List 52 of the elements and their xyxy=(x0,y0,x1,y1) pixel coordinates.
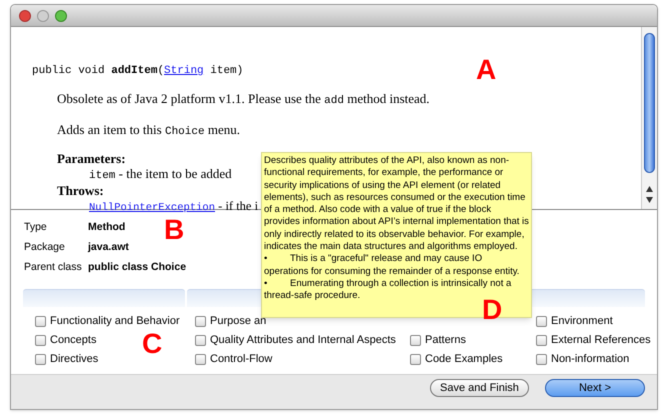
scroll-down-icon[interactable] xyxy=(646,197,653,203)
checkbox[interactable] xyxy=(410,354,421,365)
checkbox-label: Purpose an xyxy=(210,314,266,329)
checkbox[interactable] xyxy=(410,334,421,346)
annotation-letter: A xyxy=(476,56,496,84)
checkbox[interactable] xyxy=(195,316,206,327)
method-signature: public void addItem(String item) xyxy=(32,64,244,79)
info-value: Method xyxy=(88,220,126,235)
scroll-thumb[interactable] xyxy=(644,33,655,173)
description-text: Adds an item to this Choice menu. xyxy=(56,121,240,140)
parameter-text: item - the item to be added xyxy=(88,166,232,184)
checkbox-label: Concepts xyxy=(50,333,96,348)
checkbox-label: Patterns xyxy=(425,333,466,348)
checkbox-label: Non-information xyxy=(551,352,630,367)
checkbox-label: Functionality and Behavior xyxy=(50,314,180,329)
checkbox[interactable] xyxy=(35,334,46,346)
annotation-letter: C xyxy=(142,330,162,358)
section-heading: Parameters: xyxy=(56,152,126,166)
throws-text: NullPointerException - if the i xyxy=(88,198,258,216)
scroll-up-icon[interactable] xyxy=(646,186,653,192)
annotation-letter: B xyxy=(164,216,184,244)
zoom-icon[interactable] xyxy=(55,10,67,22)
checkbox-label: Environment xyxy=(551,314,613,329)
info-label: Parent class xyxy=(24,260,82,274)
checkbox[interactable] xyxy=(536,334,547,346)
section-heading: Throws: xyxy=(56,184,104,198)
scrollbar[interactable] xyxy=(641,27,657,209)
tooltip-text: Describes quality attributes of the API, also known as non-functional requirements, for example, the performance or security implications of using the API element (or related elements), such as resources consumed or the execution time of a method. Also code with a value of true if the block provides information about API’s internal implementation that is only indirectly related to its observable behavior. For example, indicates the main data structures and algorithms employed. xyxy=(264,155,529,254)
save-button[interactable]: Save and Finish xyxy=(430,379,529,397)
description-text: Obsolete as of Java 2 platform v1.1. Please use the add method instead. xyxy=(56,90,430,108)
checkbox-label: External References xyxy=(551,333,651,348)
next-button[interactable]: Next > xyxy=(545,379,645,397)
checkbox-label: Directives xyxy=(50,352,98,367)
info-label: Package xyxy=(24,240,65,255)
minimize-icon[interactable] xyxy=(37,10,49,22)
close-icon[interactable] xyxy=(19,10,31,22)
checkbox-label: Quality Attributes and Internal Aspects xyxy=(210,333,396,348)
info-label: Type xyxy=(24,220,47,235)
checkbox-label: Control-Flow xyxy=(210,352,272,367)
checkbox[interactable] xyxy=(536,316,547,327)
info-value: java.awt xyxy=(88,240,129,255)
tooltip-bullet: • This is a "graceful" release and may cause IO operations for consuming the remainder of a response entity. xyxy=(264,253,520,278)
info-value: public class Choice xyxy=(88,260,186,274)
checkbox[interactable] xyxy=(195,334,206,346)
annotation-letter: D xyxy=(482,296,502,324)
checkbox[interactable] xyxy=(35,316,46,327)
checkbox[interactable] xyxy=(536,354,547,365)
checkbox-label: Code Examples xyxy=(425,352,503,367)
doc-link[interactable]: String xyxy=(164,65,204,77)
doc-link[interactable]: NullPointerException xyxy=(89,202,216,214)
checkbox[interactable] xyxy=(35,354,46,365)
checkbox[interactable] xyxy=(195,354,206,365)
